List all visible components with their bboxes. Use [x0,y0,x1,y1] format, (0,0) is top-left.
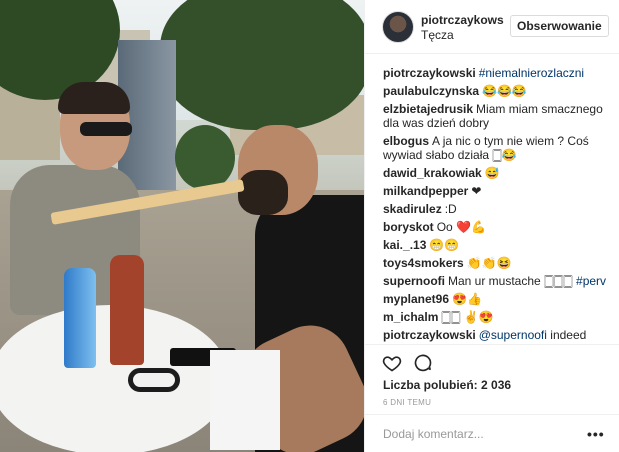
comment-text: 😂😂😂 [482,84,527,98]
comment-item: milkandpepper ❤ [383,184,615,198]
comment-item: piotrczaykowski @supernoofi indeed [383,328,615,342]
add-comment-bar: ••• [365,414,619,452]
comment-item: skadirulez:D [383,202,615,216]
comments-list[interactable]: piotrczaykowski #niemalnierozlaczni paulab… [383,66,615,346]
comment-item: supernoofi Man ur mustache 🀆🀆🀆 #perv [383,274,615,288]
comment-item: m_ichalm 🀆🀆 ✌️😍 [383,310,615,324]
likes-number: 2 036 [481,378,512,392]
comment-username[interactable]: piotrczaykowski [383,328,476,342]
comment-text: indeed [550,328,587,342]
comment-text: Man ur mustache 🀆🀆🀆 [448,274,573,288]
comment-mention[interactable]: @supernoofi [479,328,547,342]
comment-username[interactable]: paulabulczynska [383,84,479,98]
comment-item: boryskot Oo ❤️💪 [383,220,615,234]
comment-text: 😁😁 [429,238,460,252]
post-side-panel: piotrczaykows Tęcza Obserwowanie piotrcz… [364,0,619,452]
comment-text: ❤ [471,184,482,198]
comment-text: 👏👏😆 [466,256,512,270]
add-comment-input[interactable] [383,426,573,442]
comment-item: dawid_krakowiak 😅 [383,166,615,180]
post-username[interactable]: piotrczaykows [421,13,504,27]
post-header: piotrczaykows Tęcza Obserwowanie [365,0,619,54]
post-photo[interactable] [0,0,364,452]
comment-username[interactable]: dawid_krakowiak [383,166,482,180]
post-timestamp[interactable]: 6 DNI TEMU [383,398,431,407]
photo-sunglasses [128,368,180,392]
comment-username[interactable]: milkandpepper [383,184,468,198]
comment-item: kai._.13 😁😁 [383,238,615,252]
comment-username[interactable]: toys4smokers [383,256,464,270]
comment-username[interactable]: skadirulez [383,202,442,216]
comment-hashtag[interactable]: #perv [576,274,606,288]
comment-item: piotrczaykowski #niemalnierozlaczni [383,66,615,80]
comment-item: elbogus A ja nic o tym nie wiem ? Coś wyw… [383,134,615,162]
comment-item: elzbietajedrusik Miam miam smacznego dla … [383,102,615,130]
comment-text: 🀆🀆 ✌️😍 [441,310,494,324]
photo-beard [238,170,288,215]
comment-username[interactable]: myplanet96 [383,292,449,306]
likes-label: Liczba polubień: [383,378,478,392]
post-location[interactable]: Tęcza [421,28,454,42]
comment-username[interactable]: kai._.13 [383,238,426,252]
heart-icon[interactable] [382,353,402,373]
comment-text: 😍👍 [452,292,482,306]
photo-water-bottle [64,268,96,368]
comment-username[interactable]: elzbietajedrusik [383,102,473,116]
comment-item: paulabulczynska 😂😂😂 [383,84,615,98]
photo-sauce-bottle [110,255,144,365]
post-actions [365,344,619,374]
comment-text: 😅 [484,166,500,180]
comment-icon[interactable] [413,353,433,373]
comment-username[interactable]: elbogus [383,134,429,148]
photo-bush [175,125,235,190]
likes-count[interactable]: Liczba polubień: 2 036 [383,378,511,392]
comment-username[interactable]: boryskot [383,220,434,234]
comment-username[interactable]: m_ichalm [383,310,438,324]
avatar[interactable] [382,11,414,43]
photo-bag [210,350,280,450]
photo-person-left-hair [58,82,130,114]
comment-text: :D [444,202,457,216]
comment-username[interactable]: supernoofi [383,274,445,288]
comment-item: myplanet96 😍👍 [383,292,615,306]
comment-hashtag[interactable]: #niemalnierozlaczni [479,66,584,80]
comment-username[interactable]: piotrczaykowski [383,66,476,80]
follow-button[interactable]: Obserwowanie [510,15,609,37]
comment-item: toys4smokers 👏👏😆 [383,256,615,270]
photo-sunglasses-worn [80,122,132,136]
photo-tree [160,0,364,130]
comment-text: Oo ❤️💪 [436,220,486,234]
more-icon[interactable]: ••• [587,426,605,442]
